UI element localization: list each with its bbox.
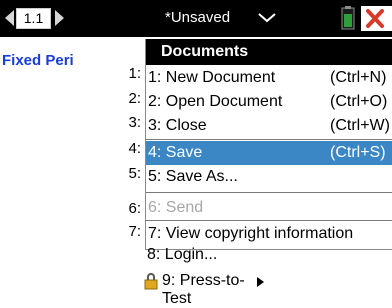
background-number: 4: bbox=[128, 140, 141, 157]
menu-separator bbox=[146, 192, 392, 193]
menu-item-save[interactable]: 4: Save (Ctrl+S) bbox=[146, 141, 392, 165]
menu-item-shortcut: (Ctrl+O) bbox=[330, 93, 388, 110]
tab-page[interactable]: 1.1 bbox=[16, 8, 51, 29]
menu-item-shortcut: (Ctrl+N) bbox=[330, 69, 387, 86]
login-item[interactable]: 8: Login... bbox=[147, 246, 217, 264]
background-number: 3: bbox=[128, 114, 141, 131]
menu-separator bbox=[146, 139, 392, 140]
menu-title: Documents bbox=[161, 43, 249, 60]
background-number: 5: bbox=[128, 165, 141, 182]
close-icon[interactable] bbox=[361, 6, 392, 31]
menu-separator bbox=[146, 220, 392, 221]
menu-item-label: 6: Send bbox=[148, 199, 204, 216]
menu-item-label: 7: View copyright information bbox=[148, 225, 354, 242]
menu-item-label: 3: Close bbox=[148, 117, 207, 134]
chevron-down-icon[interactable] bbox=[257, 9, 277, 25]
arrow-left-icon[interactable] bbox=[5, 10, 14, 26]
menu-item-label: 1: New Document bbox=[148, 69, 276, 86]
menu-item-label: 2: Open Document bbox=[148, 93, 283, 110]
document-title[interactable]: *Unsaved bbox=[165, 9, 230, 26]
arrow-right-icon[interactable] bbox=[55, 10, 64, 26]
documents-menu: Documents 1: New Document (Ctrl+N) 2: Op… bbox=[145, 39, 392, 250]
menu-item-label: 4: Save bbox=[148, 144, 203, 161]
menu-item-new-document[interactable]: 1: New Document (Ctrl+N) bbox=[146, 66, 392, 90]
menu-item-open-document[interactable]: 2: Open Document (Ctrl+O) bbox=[146, 90, 392, 114]
tab-bar: 1.1 *Unsaved bbox=[0, 0, 392, 37]
menu-item-shortcut: (Ctrl+S) bbox=[330, 144, 386, 161]
press-to-test-item[interactable]: 9: Press-to-Test bbox=[140, 269, 268, 307]
lock-icon bbox=[144, 273, 158, 290]
menu-item-label: 5: Save As... bbox=[148, 168, 238, 185]
submenu-arrow-icon bbox=[257, 277, 264, 287]
press-to-test-label: 9: Press-to-Test bbox=[162, 272, 245, 307]
background-number: 7: bbox=[128, 223, 141, 240]
menu-header: Documents bbox=[146, 39, 392, 65]
menu-item-shortcut: (Ctrl+W) bbox=[330, 117, 390, 134]
menu-item-save-as[interactable]: 5: Save As... bbox=[146, 165, 392, 189]
menu-item-send[interactable]: 6: Send bbox=[146, 196, 392, 220]
battery-icon bbox=[341, 6, 355, 30]
menu-item-close[interactable]: 3: Close (Ctrl+W) bbox=[146, 114, 392, 138]
background-number: 6: bbox=[128, 200, 141, 217]
page-text: Fixed Peri bbox=[2, 52, 74, 69]
background-number: 1: bbox=[128, 65, 141, 82]
background-number: 2: bbox=[128, 90, 141, 107]
menu-item-view-copyright[interactable]: 7: View copyright information bbox=[146, 222, 392, 246]
